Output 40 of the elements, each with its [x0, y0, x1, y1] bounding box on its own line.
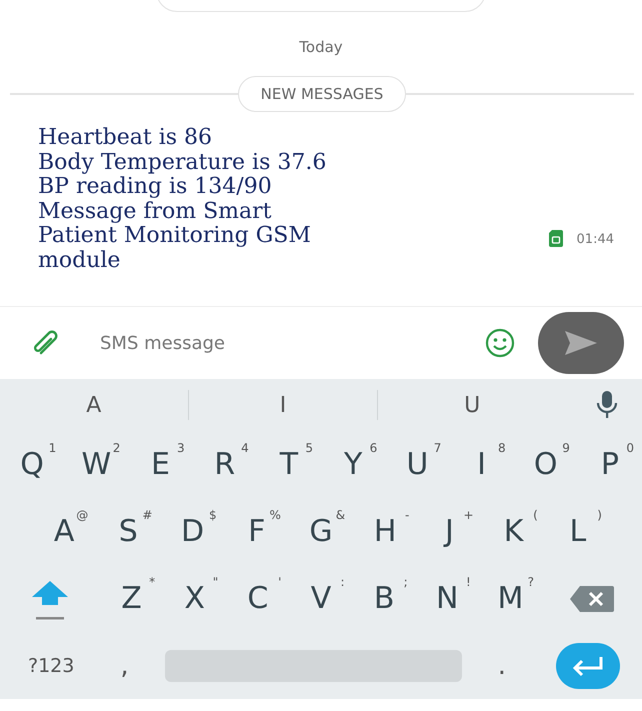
- letter-key[interactable]: K (: [482, 498, 546, 565]
- letter-key[interactable]: I 8: [449, 431, 514, 498]
- letter-key[interactable]: Z *: [100, 565, 164, 632]
- microphone-icon[interactable]: [596, 390, 618, 420]
- letter-key[interactable]: D $: [160, 498, 225, 565]
- symbols-key[interactable]: ?123: [28, 632, 74, 699]
- date-separator: Today: [298, 38, 344, 56]
- suggestion[interactable]: A: [0, 379, 188, 431]
- backspace-icon: [570, 586, 614, 612]
- letter-key[interactable]: Y 6: [321, 431, 386, 498]
- letter-key[interactable]: A@: [32, 498, 96, 565]
- letter-key[interactable]: J +: [417, 498, 482, 565]
- letter-key[interactable]: B ;: [352, 565, 416, 632]
- enter-arrow-icon: [571, 654, 605, 676]
- suggestion[interactable]: U: [378, 379, 566, 431]
- period-key[interactable]: .: [498, 632, 506, 699]
- message-time: 01:44: [576, 232, 614, 247]
- letter-key[interactable]: X ": [163, 565, 226, 632]
- letter-key[interactable]: H -: [353, 498, 418, 565]
- letter-key[interactable]: P 0: [578, 431, 642, 498]
- letter-key[interactable]: S#: [96, 498, 160, 565]
- letter-key[interactable]: V :: [289, 565, 353, 632]
- message-input-field[interactable]: SMS message: [98, 332, 484, 354]
- letter-key[interactable]: C ': [226, 565, 290, 632]
- letter-key[interactable]: E 3: [128, 431, 193, 498]
- letter-key[interactable]: N !: [416, 565, 479, 632]
- letter-key[interactable]: M?: [478, 565, 542, 632]
- send-icon: [565, 331, 597, 355]
- suggestion[interactable]: I: [189, 379, 377, 431]
- letter-key[interactable]: R 4: [192, 431, 257, 498]
- letter-key[interactable]: G&: [288, 498, 354, 565]
- letter-key[interactable]: T 5: [256, 431, 322, 498]
- comma-key[interactable]: ,: [120, 632, 129, 699]
- enter-key[interactable]: [556, 642, 620, 688]
- emoji-icon[interactable]: [484, 327, 516, 359]
- sim-card-icon: [548, 230, 563, 247]
- new-messages-label: NEW MESSAGES: [238, 76, 406, 112]
- letter-key[interactable]: L ): [546, 498, 610, 565]
- message-text: Heartbeat is 86 Body Temperature is 37.6 BP reading is 134/90 Message from Smart Patient Monitoring GSM module: [38, 126, 328, 273]
- letter-key[interactable]: F%: [224, 498, 289, 565]
